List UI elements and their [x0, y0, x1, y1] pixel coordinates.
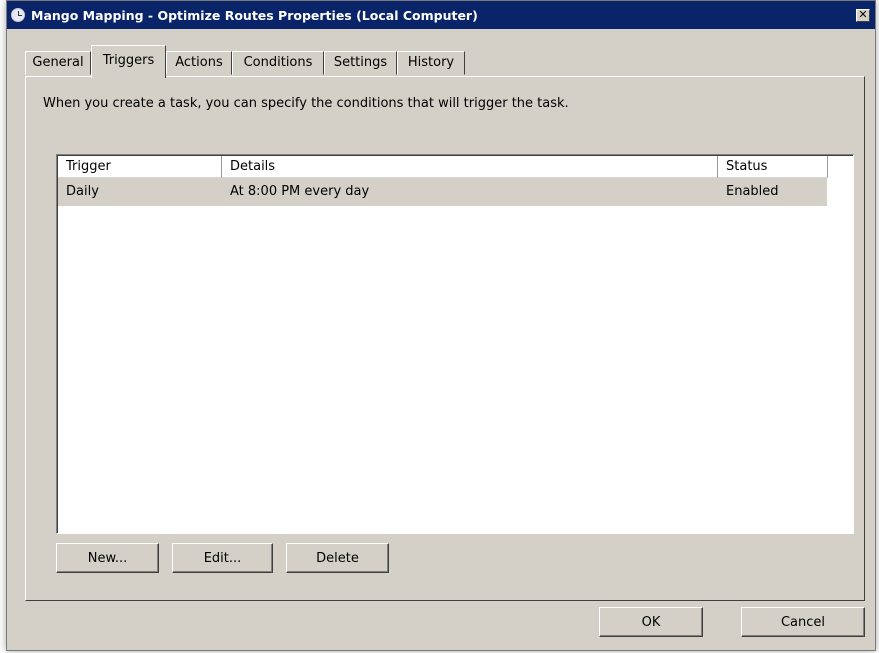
- new-trigger-button[interactable]: New...: [56, 543, 159, 573]
- tab-triggers[interactable]: Triggers: [91, 45, 166, 78]
- ok-button[interactable]: OK: [599, 607, 703, 637]
- column-header-trigger[interactable]: Trigger: [58, 156, 222, 178]
- table-row[interactable]: Daily At 8:00 PM every day Enabled: [58, 178, 827, 206]
- column-header-status[interactable]: Status: [718, 156, 828, 178]
- window-title: Mango Mapping - Optimize Routes Properti…: [31, 8, 478, 23]
- delete-trigger-button[interactable]: Delete: [286, 543, 389, 573]
- edit-trigger-button[interactable]: Edit...: [172, 543, 273, 573]
- tab-settings[interactable]: Settings: [324, 51, 397, 75]
- triggers-panel: When you create a task, you can specify …: [25, 76, 865, 601]
- cancel-button[interactable]: Cancel: [741, 607, 865, 637]
- tab-general[interactable]: General: [25, 51, 91, 75]
- tab-actions[interactable]: Actions: [166, 51, 232, 75]
- close-button[interactable]: ✕: [856, 9, 870, 22]
- column-header-details[interactable]: Details: [222, 156, 718, 178]
- list-header: Trigger Details Status: [58, 156, 852, 178]
- title-bar[interactable]: Mango Mapping - Optimize Routes Properti…: [7, 1, 875, 29]
- tab-conditions[interactable]: Conditions: [232, 51, 324, 75]
- cell-trigger: Daily: [66, 184, 99, 199]
- cell-status: Enabled: [726, 184, 779, 199]
- task-properties-dialog: Mango Mapping - Optimize Routes Properti…: [6, 0, 876, 651]
- triggers-list[interactable]: Trigger Details Status Daily At 8:00 PM …: [56, 154, 854, 534]
- triggers-description: When you create a task, you can specify …: [43, 96, 569, 111]
- cell-details: At 8:00 PM every day: [230, 184, 370, 199]
- clock-icon: [11, 8, 25, 22]
- tab-history[interactable]: History: [397, 51, 465, 75]
